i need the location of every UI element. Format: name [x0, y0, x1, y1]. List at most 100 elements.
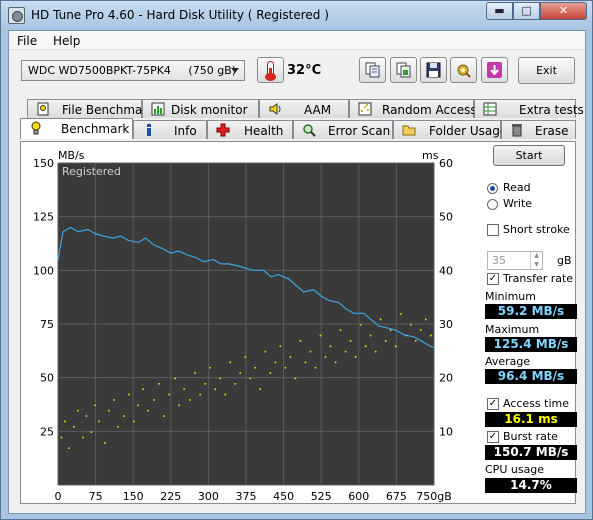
x-tick-label: 75 [89, 490, 103, 503]
access-point [389, 329, 392, 331]
magnifier-icon [303, 124, 316, 137]
spin-down-icon[interactable]: ▼ [530, 261, 542, 269]
tab-label: Health [244, 124, 284, 138]
floppy-disk-icon [426, 62, 441, 78]
tab-label: AAM [304, 103, 332, 117]
menu-file[interactable]: File [17, 34, 37, 48]
benchmark-chart: Registered MB/s ms 150125100755025 60504… [33, 149, 453, 503]
access-point [279, 345, 282, 348]
access-point [153, 399, 155, 401]
temperature-value: 32°C [287, 63, 322, 78]
access-point [68, 447, 70, 450]
title-bar[interactable]: HD Tune Pro 4.60 - Hard Disk Utility ( R… [1, 1, 592, 30]
tab-benchmark[interactable]: Benchmark [20, 118, 133, 139]
left-axis-ticks: 150 125 100 75 50 25 [33, 157, 54, 438]
tab-extra-tests[interactable]: Extra tests [474, 99, 584, 118]
access-point [229, 361, 232, 364]
x-tick-label: 450 [273, 490, 294, 503]
file-benchmark-icon [37, 102, 49, 116]
drive-select[interactable]: WDC WD7500BPKT-75PK4 (750 gB) [21, 60, 245, 81]
average-label: Average [485, 355, 531, 368]
access-point [329, 345, 332, 348]
left-tick-label: 125 [33, 211, 54, 224]
access-point [147, 409, 149, 412]
tab-aam[interactable]: AAM [259, 99, 349, 118]
tab-erase[interactable]: Erase [501, 120, 576, 139]
access-point [224, 393, 227, 396]
access-point [269, 372, 272, 374]
tab-file-benchmark[interactable]: File Benchmark [27, 99, 154, 118]
access-point [77, 409, 79, 412]
x-tick-label: 375 [236, 490, 257, 503]
x-tick-label: 225 [160, 490, 181, 503]
tab-health[interactable]: Health [207, 120, 293, 139]
access-point [254, 366, 257, 369]
access-point [409, 324, 412, 326]
short-stroke-unit: gB [557, 254, 572, 267]
right-axis-ticks: 60 50 40 30 20 10 [439, 157, 453, 438]
random-dots-icon [358, 102, 372, 116]
short-stroke-checkbox[interactable] [487, 224, 499, 236]
toolbar: WDC WD7500BPKT-75PK4 (750 gB) 32°C Exit [9, 51, 585, 93]
left-tick-label: 100 [33, 264, 54, 277]
write-label: Write [503, 197, 533, 210]
access-point [299, 340, 302, 342]
x-tick-label: 300 [198, 490, 219, 503]
read-radio[interactable] [487, 183, 498, 194]
temperature-button[interactable] [257, 57, 284, 83]
copy-text-button[interactable] [359, 57, 386, 83]
access-point [324, 356, 327, 358]
x-tick-label: 675 [386, 490, 407, 503]
right-tick-label: 50 [439, 211, 453, 224]
tab-label: Disk monitor [171, 103, 248, 117]
short-stroke-spinner[interactable]: 35 ▲ ▼ [487, 251, 543, 270]
access-point [108, 409, 110, 412]
wrench-icon [457, 64, 471, 78]
copy-image-icon [396, 62, 411, 78]
tab-error-scan[interactable]: Error Scan [293, 120, 393, 139]
access-point [199, 393, 201, 396]
tab-folder-usage[interactable]: Folder Usage [393, 120, 507, 139]
options-button[interactable] [450, 57, 477, 83]
transfer-rate-checkbox[interactable]: ✓ [487, 273, 499, 285]
access-point [399, 313, 402, 315]
access-point [319, 334, 322, 337]
access-point [304, 361, 307, 364]
access-point [82, 436, 84, 439]
access-point [60, 436, 63, 439]
access-point [73, 425, 75, 428]
download-button[interactable] [481, 57, 508, 83]
copy-screenshot-button[interactable] [390, 57, 417, 83]
access-point [314, 366, 317, 369]
burst-rate-checkbox[interactable]: ✓ [487, 431, 499, 443]
window-title: HD Tune Pro 4.60 - Hard Disk Utility ( R… [31, 8, 329, 22]
menu-help[interactable]: Help [53, 34, 80, 48]
spin-up-icon[interactable]: ▲ [530, 252, 542, 260]
right-axis-unit: ms [422, 149, 439, 162]
tab-disk-monitor[interactable]: Disk monitor [142, 99, 259, 118]
access-point [294, 377, 297, 380]
tab-info[interactable]: Info [133, 120, 207, 139]
download-arrow-icon [487, 62, 502, 78]
write-radio[interactable] [487, 199, 498, 210]
maximize-button[interactable]: □ [513, 2, 540, 20]
benchmark-panel: Registered MB/s ms 150 125 100 75 50 25 60 50 4… [20, 141, 577, 504]
save-button[interactable] [420, 57, 447, 83]
access-point [123, 415, 125, 417]
right-tick-label: 30 [439, 318, 453, 331]
access-time-checkbox[interactable]: ✓ [487, 398, 499, 410]
start-button[interactable]: Start [493, 145, 565, 166]
health-cross-icon [216, 123, 230, 137]
access-point [64, 420, 66, 423]
minimize-button[interactable]: ▬ [486, 2, 513, 20]
left-tick-label: 50 [40, 372, 54, 385]
tab-random-access[interactable]: Random Access [349, 99, 477, 118]
short-stroke-value: 35 [492, 254, 506, 267]
left-tick-label: 25 [40, 425, 54, 438]
close-button[interactable]: ✕ [540, 2, 587, 20]
disk-app-icon[interactable] [8, 7, 25, 24]
monitor-chart-icon [151, 102, 165, 116]
short-stroke-label: Short stroke [503, 223, 570, 236]
menu-bar: File Help [9, 31, 585, 50]
exit-button[interactable]: Exit [518, 57, 575, 84]
